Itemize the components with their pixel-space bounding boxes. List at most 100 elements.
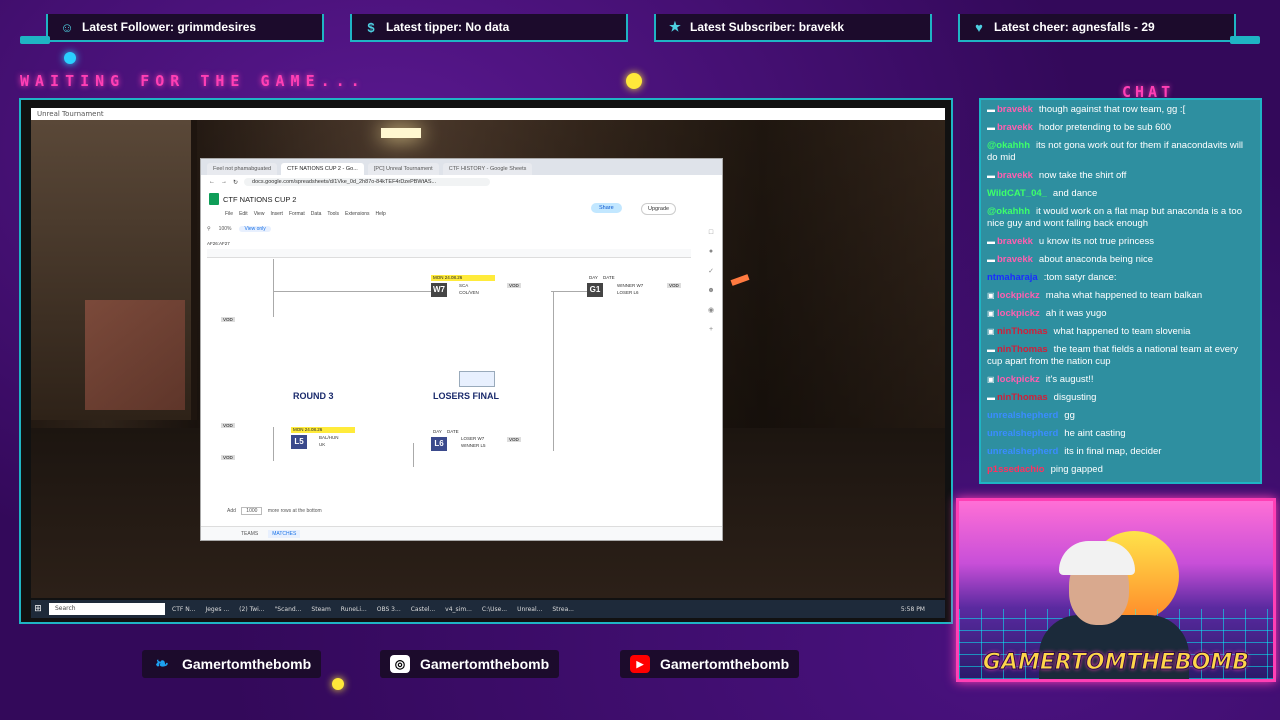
team-name: LOSER W7 (461, 436, 485, 441)
upgrade-button[interactable]: Upgrade (641, 203, 677, 215)
windows-start-icon[interactable]: ⊞ (31, 604, 45, 614)
menu-format[interactable]: Format (289, 211, 305, 217)
zoom-select[interactable]: 100% (219, 226, 232, 232)
chat-username[interactable]: lockpickz (997, 374, 1040, 385)
instagram-handle[interactable]: ◎ Gamertomthebomb (380, 650, 560, 678)
chat-message: unrealshepherd gg (987, 410, 1255, 422)
mod-icon: ▣ (987, 309, 995, 318)
chat-username[interactable]: @okahhh (987, 206, 1030, 217)
menu-edit[interactable]: Edit (239, 211, 248, 217)
taskbar-item[interactable]: Steam (308, 606, 333, 613)
chat-username[interactable]: ninThomas (997, 344, 1048, 355)
taskbar-item[interactable]: CTF N... (169, 606, 198, 613)
search-icon[interactable]: ⚲ (207, 226, 211, 232)
chat-text: its in final map, decider (1064, 446, 1162, 457)
chat-text: gg (1064, 410, 1075, 421)
vod-cell[interactable]: VOD (221, 423, 235, 428)
menu-view[interactable]: View (254, 211, 265, 217)
menu-insert[interactable]: Insert (270, 211, 283, 217)
doc-title[interactable]: CTF NATIONS CUP 2 (223, 195, 296, 204)
match-day: DAY (433, 429, 442, 434)
team-name: WINNER L5 (461, 443, 486, 448)
follower-icon: ☺ (60, 19, 74, 35)
team-name: LOSER L6 (617, 290, 639, 295)
social-handle: Gamertomthebomb (660, 656, 790, 672)
chat-message: p1ssedachio ping gapped (987, 464, 1255, 476)
chat-username[interactable]: bravekk (997, 254, 1033, 265)
chat-username[interactable]: @okahhh (987, 140, 1030, 151)
twitter-handle[interactable]: ❧ Gamertomthebomb (142, 650, 322, 678)
chat-username[interactable]: unrealshepherd (987, 446, 1058, 457)
browser-tab[interactable]: [PC] Unreal Tournament (367, 163, 439, 175)
taskbar-item[interactable]: "Scand... (272, 606, 305, 613)
share-button[interactable]: Share (591, 203, 622, 213)
chat-username[interactable]: ntmaharaja (987, 272, 1038, 283)
bracket-grid: VOD VOD VOD MON 24.08.26 W7 SCA COL/VEN … (207, 259, 691, 509)
maps-icon[interactable]: ◉ (708, 306, 714, 314)
chat-username[interactable]: WildCAT_04_ (987, 188, 1047, 199)
vod-cell[interactable]: VOD (507, 283, 521, 288)
chat-username[interactable]: p1ssedachio (987, 464, 1045, 475)
chat-username[interactable]: unrealshepherd (987, 410, 1058, 421)
twitch-icon: ▬ (987, 255, 995, 264)
reload-icon[interactable]: ↻ (233, 179, 238, 186)
taskbar-item[interactable]: (2) Twi... (236, 606, 267, 613)
menu-file[interactable]: File (225, 211, 233, 217)
youtube-handle[interactable]: ▶ Gamertomthebomb (620, 650, 800, 678)
menu-tools[interactable]: Tools (327, 211, 339, 217)
chat-username[interactable]: unrealshepherd (987, 428, 1058, 439)
match-badge-l6: L6 (431, 437, 447, 451)
chat-messages: ▬ bravekk though against that row team, gg… (987, 104, 1255, 482)
add-rows-count-input[interactable]: 1000 (241, 507, 263, 515)
add-icon[interactable]: + (709, 326, 713, 333)
contacts-icon[interactable]: ☻ (707, 287, 714, 294)
keep-icon[interactable]: ● (709, 248, 713, 255)
chat-username[interactable]: ninThomas (997, 392, 1048, 403)
taskbar-item[interactable]: v4_sim... (442, 606, 475, 613)
chat-username[interactable]: lockpickz (997, 290, 1040, 301)
decor-bar (1230, 36, 1260, 44)
taskbar-item[interactable]: Unreal... (514, 606, 545, 613)
bracket-line (273, 259, 274, 317)
chat-username[interactable]: lockpickz (997, 308, 1040, 319)
taskbar-item[interactable]: Strea... (549, 606, 577, 613)
vod-cell[interactable]: VOD (221, 317, 235, 322)
menu-help[interactable]: Help (376, 211, 386, 217)
team-name: COL/VEN (459, 290, 479, 295)
view-only-badge[interactable]: View only (239, 226, 271, 232)
match-date: DATE (447, 429, 459, 434)
chat-message: ▬ bravekk hodor pretending to be sub 600 (987, 122, 1255, 134)
chat-username[interactable]: bravekk (997, 122, 1033, 133)
taskbar-clock: 5:58 PM (900, 605, 925, 613)
menu-data[interactable]: Data (311, 211, 322, 217)
taskbar-item[interactable]: Castel... (408, 606, 438, 613)
menu-extensions[interactable]: Extensions (345, 211, 369, 217)
add-rows-button[interactable]: Add (227, 508, 236, 514)
chat-username[interactable]: bravekk (997, 236, 1033, 247)
forward-icon[interactable]: → (221, 179, 227, 185)
twitch-icon: ▬ (987, 393, 995, 402)
sheet-tab-teams[interactable]: TEAMS (241, 531, 258, 537)
back-icon[interactable]: ← (209, 179, 215, 185)
vod-cell[interactable]: VOD (507, 437, 521, 442)
vod-cell[interactable]: VOD (667, 283, 681, 288)
taskbar-item[interactable]: Jeges ... (202, 606, 232, 613)
url-input[interactable]: docs.google.com/spreadsheets/d/1Vke_0d_2… (244, 178, 491, 186)
taskbar-item[interactable]: OBS 3... (374, 606, 404, 613)
taskbar-item[interactable]: C:\Use... (479, 606, 510, 613)
browser-tab-active[interactable]: CTF NATIONS CUP 2 - Go... (281, 163, 364, 175)
calendar-icon[interactable]: □ (709, 229, 713, 236)
taskbar-item[interactable]: RuneLi... (338, 606, 370, 613)
tasks-icon[interactable]: ✓ (708, 267, 714, 275)
row-numbers (207, 259, 215, 499)
vod-cell[interactable]: VOD (221, 455, 235, 460)
chat-username[interactable]: ninThomas (997, 326, 1048, 337)
browser-tab[interactable]: Feel not phamabguated (207, 163, 278, 175)
chat-username[interactable]: bravekk (997, 170, 1033, 181)
chat-username[interactable]: bravekk (997, 104, 1033, 115)
sheet-tab-matches[interactable]: MATCHES (268, 529, 301, 538)
browser-tab[interactable]: CTF HISTORY - Google Sheets (442, 163, 533, 175)
waiting-banner: WAITING FOR THE GAME... (20, 72, 366, 90)
latest-follower-alert: ☺ Latest Follower: grimmdesires (46, 14, 324, 42)
taskbar-search-input[interactable]: Search (49, 603, 165, 615)
